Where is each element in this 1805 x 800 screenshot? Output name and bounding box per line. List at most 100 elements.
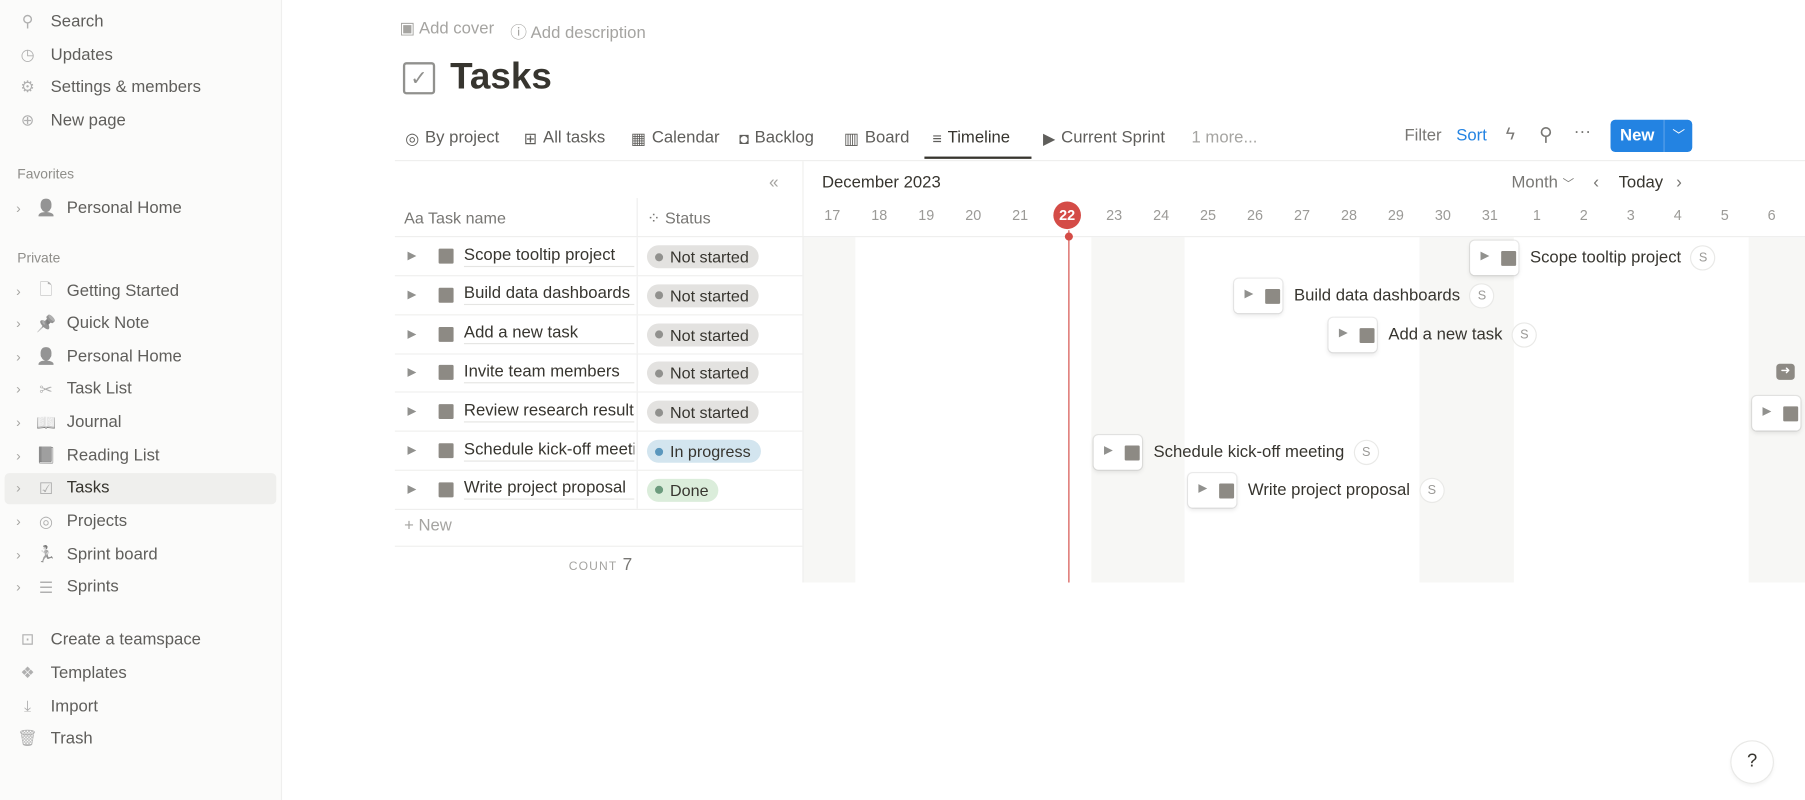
sidebar-item-create-a-teamspace[interactable]: ⊡ Create a teamspace [5,624,277,655]
expand-triangle-icon[interactable]: ▶ [1480,249,1489,262]
sidebar-item-trash[interactable]: 🗑 Trash [5,723,277,754]
table-row[interactable]: ▶ Review research results Not started [394,392,803,432]
next-icon[interactable]: › [1676,173,1682,193]
sidebar-item-journal[interactable]: › 📖 Journal [5,407,277,438]
table-row[interactable]: ▶ Add a new task Not started [394,314,803,355]
status-badge[interactable]: Not started [646,400,760,424]
add-cover-button[interactable]: ▣ Add cover [399,20,494,44]
chevron-right-icon[interactable]: › [16,579,32,595]
tab-calendar[interactable]: ▦ Calendar [631,124,720,152]
tab-1-more-[interactable]: 1 more... [1191,124,1257,152]
page-title[interactable]: Tasks [450,55,552,98]
chevron-right-icon[interactable]: › [16,200,32,216]
table-row[interactable]: ▶ Scope tooltip project Not started [394,237,803,277]
more-icon[interactable]: ··· [1574,122,1591,142]
card-handle[interactable]: ▶ [1752,395,1801,431]
task-name[interactable]: Write project proposal [463,479,635,500]
task-name[interactable]: Build data dashboards [463,285,635,306]
sidebar-item-search[interactable]: ⚲ Search [5,6,277,37]
add-description-button[interactable]: ⓘ Add description [510,20,645,44]
chevron-right-icon[interactable]: › [16,382,32,398]
sidebar-item-task-list[interactable]: › ✂ Task List [5,374,277,405]
sidebar-item-import[interactable]: ⤓ Import [5,691,277,722]
scroll-to-task-arrow-icon[interactable]: ➜ [1776,363,1795,380]
expand-triangle-icon[interactable]: ▶ [408,250,417,263]
expand-triangle-icon[interactable]: ▶ [1762,405,1771,418]
sidebar-item-templates[interactable]: ❖ Templates [5,657,277,688]
timeline-card[interactable]: ▶ [1752,394,1801,432]
sidebar-item-sprints[interactable]: › ☰ Sprints [5,572,277,603]
expand-triangle-icon[interactable]: ▶ [1244,288,1253,301]
chevron-right-icon[interactable]: › [16,415,32,431]
table-row[interactable]: ▶ Invite team members Not started [394,353,803,394]
expand-triangle-icon[interactable]: ▶ [1339,327,1348,340]
timeline-card[interactable]: ▶ Scope tooltip project S [1470,238,1715,276]
status-badge[interactable]: Not started [646,361,760,385]
sort-button[interactable]: Sort [1456,127,1487,145]
expand-triangle-icon[interactable]: ▶ [408,367,417,380]
status-badge[interactable]: Done [646,478,719,502]
timeline-card[interactable]: ▶ Schedule kick-off meeting S [1093,433,1378,471]
tab-by-project[interactable]: ◎ By project [405,124,499,152]
help-button[interactable]: ? [1731,741,1773,783]
table-row[interactable]: ▶ Build data dashboards Not started [394,276,803,316]
chevron-down-icon[interactable]: ﹀ [1663,119,1692,152]
collapse-icon[interactable]: « [769,173,779,193]
tab-all-tasks[interactable]: ⊞ All tasks [524,124,605,152]
tab-backlog[interactable]: ◘ Backlog [739,124,814,152]
chevron-right-icon[interactable]: › [16,481,32,497]
status-badge[interactable]: Not started [646,323,760,347]
card-handle[interactable]: ▶ [1470,240,1519,275]
sidebar-item-projects[interactable]: › ◎ Projects [5,506,277,537]
tab-timeline[interactable]: ≡ Timeline [932,124,1010,152]
sidebar-item-sprint-board[interactable]: › 🏃 Sprint board [5,539,277,570]
new-button[interactable]: New ﹀ [1610,119,1693,152]
column-header-status[interactable]: ⁘ Status [647,208,711,228]
sidebar-item-updates[interactable]: ◷ Updates [5,39,277,70]
chevron-right-icon[interactable]: › [16,349,32,365]
sidebar-item-settings-members[interactable]: ⚙ Settings & members [5,71,277,102]
task-name[interactable]: Schedule kick-off meeting [463,440,635,462]
card-handle[interactable]: ▶ [1188,473,1237,509]
sidebar-item-tasks[interactable]: › ☑ Tasks [4,473,277,505]
timeline-card[interactable]: ▶ Build data dashboards S [1234,277,1494,315]
chevron-right-icon[interactable]: › [16,448,32,464]
expand-triangle-icon[interactable]: ▶ [408,405,417,418]
sidebar-item-new-page[interactable]: ⊕ New page [5,105,277,136]
card-handle[interactable]: ▶ [1234,278,1283,314]
task-name[interactable]: Invite team members [463,363,635,384]
expand-triangle-icon[interactable]: ▶ [1198,483,1207,496]
sidebar-item-reading-list[interactable]: › 📘 Reading List [5,440,277,471]
filter-button[interactable]: Filter [1404,127,1441,145]
column-header-task-name[interactable]: Aa Task name [404,208,506,226]
expand-triangle-icon[interactable]: ▶ [1104,444,1113,457]
sidebar-item-getting-started[interactable]: › 🗋 Getting Started [5,275,277,306]
automation-bolt-icon[interactable]: ϟ [1506,124,1515,144]
sidebar-item-quick-note[interactable]: › 📌 Quick Note [5,308,277,339]
table-row[interactable]: ▶ Write project proposal Done [394,470,803,510]
chevron-right-icon[interactable]: › [16,316,32,332]
page-icon-checkbox[interactable]: ✓ [402,62,436,95]
task-name[interactable]: Add a new task [463,324,635,345]
chevron-right-icon[interactable]: › [16,283,32,299]
sidebar-item-personal-home[interactable]: › 👤 Personal Home [5,192,277,223]
expand-triangle-icon[interactable]: ▶ [408,444,417,457]
timeline-scale-dropdown[interactable]: Month ﹀ [1512,174,1575,192]
expand-triangle-icon[interactable]: ▶ [408,483,417,496]
count-footer[interactable]: COUNT 7 [569,555,632,576]
chevron-right-icon[interactable]: › [16,546,32,562]
new-row-button[interactable]: + New [404,517,452,535]
task-name[interactable]: Review research results [463,401,635,423]
timeline-card[interactable]: ▶ Write project proposal S [1188,472,1444,510]
search-icon[interactable]: ⚲ [1539,123,1552,146]
expand-triangle-icon[interactable]: ▶ [408,328,417,341]
task-name[interactable]: Scope tooltip project [463,246,635,267]
prev-icon[interactable]: ‹ [1593,173,1599,193]
status-badge[interactable]: In progress [646,439,761,463]
expand-triangle-icon[interactable]: ▶ [408,289,417,302]
timeline-card[interactable]: ▶ Add a new task S [1328,316,1536,354]
card-handle[interactable]: ▶ [1093,434,1142,470]
sidebar-item-personal-home[interactable]: › 👤 Personal Home [5,341,277,372]
table-row[interactable]: ▶ Schedule kick-off meeting In progress [394,431,803,471]
status-badge[interactable]: Not started [646,284,760,308]
